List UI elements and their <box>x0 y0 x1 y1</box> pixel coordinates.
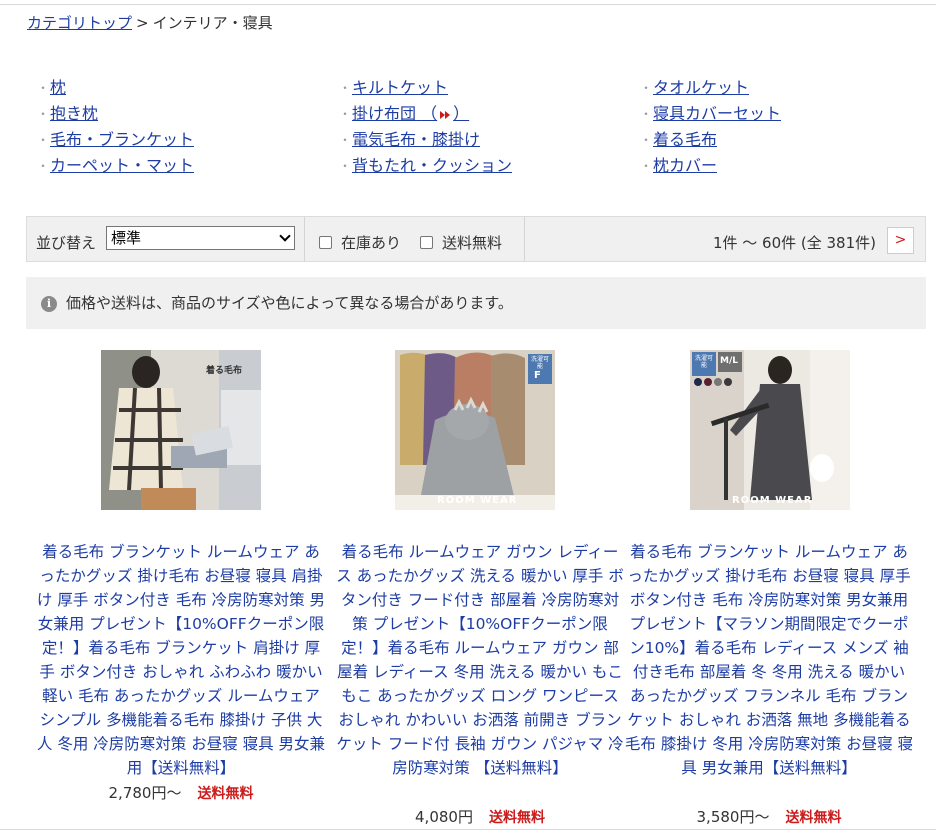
subcategory-item: ・枕 <box>37 77 67 99</box>
free-shipping-badge: 送料無料 <box>488 810 545 826</box>
result-count: 1件 〜 60件 (全 381件) <box>712 234 876 252</box>
product-title-link[interactable]: 着る毛布 ブランケット ルームウェア あったかグッズ 掛け毛布 お昼寝 寝具 厚… <box>624 540 914 780</box>
subcategory-link[interactable]: キルトケット <box>352 77 448 99</box>
product-image[interactable]: 洗濯可能 M/L ROOM WEAR <box>690 350 850 510</box>
chevron-down-icon <box>279 230 291 242</box>
subcategory-item: ・電気毛布・膝掛け <box>339 129 481 151</box>
subcategory-list: ・枕 ・抱き枕 ・毛布・ブランケット ・カーペット・マット ・キルトケット ・掛… <box>0 75 936 179</box>
product-price: 2,780円〜 <box>108 784 182 802</box>
subcategory-item: ・タオルケット <box>640 77 750 99</box>
product-title-link[interactable]: 着る毛布 ブランケット ルームウェア あったかグッズ 掛け毛布 お昼寝 寝具 肩… <box>36 540 326 780</box>
product-price: 3,580円〜 <box>696 808 770 826</box>
subcategory-column-1: ・枕 ・抱き枕 ・毛布・ブランケット ・カーペット・マット <box>37 75 194 179</box>
bottom-divider <box>0 829 936 830</box>
product-image-badge: 洗濯可能 <box>530 356 549 370</box>
sort-select[interactable]: 標準 <box>106 226 295 250</box>
product-image[interactable]: 着る毛布 <box>101 350 261 510</box>
product-image-caption: ROOM WEAR <box>732 495 813 506</box>
subcategory-link[interactable]: 枕 <box>50 77 66 99</box>
breadcrumb-current: インテリア・寝具 <box>152 14 273 32</box>
subcategory-link[interactable]: カーペット・マット <box>50 155 194 177</box>
notice-text: 価格や送料は、商品のサイズや色によって異なる場合があります。 <box>66 294 513 312</box>
product-price-row: 4,080円 送料無料 <box>335 806 625 827</box>
product-price: 4,080円 <box>415 808 473 826</box>
subcategory-item: ・キルトケット <box>339 77 449 99</box>
subcategory-item: ・寝具カバーセット <box>640 103 782 125</box>
subcategory-item: ・毛布・ブランケット <box>37 129 195 151</box>
subcategory-item: ・着る毛布 <box>640 129 718 151</box>
subcategory-link-expandable[interactable]: 掛け布団 （） <box>352 103 469 125</box>
subcategory-link[interactable]: 毛布・ブランケット <box>50 129 194 151</box>
subcategory-link[interactable]: 枕カバー <box>653 155 717 177</box>
info-icon: i <box>41 296 57 312</box>
breadcrumb-category-top-link[interactable]: カテゴリトップ <box>27 14 132 32</box>
next-page-button[interactable]: > <box>887 227 914 254</box>
free-shipping-badge: 送料無料 <box>197 786 254 802</box>
sort-selected-value: 標準 <box>111 229 142 247</box>
product-image-caption: ROOM WEAR <box>437 495 518 506</box>
free-shipping-badge: 送料無料 <box>785 810 842 826</box>
product-image-size-badge: M/L <box>720 356 738 366</box>
bar-divider <box>524 217 525 261</box>
sort-label: 並び替え <box>36 234 97 252</box>
subcategory-column-2: ・キルトケット ・掛け布団 （） ・電気毛布・膝掛け ・背もたれ・クッション <box>339 75 512 179</box>
product-image-badge: 洗濯可能 <box>694 355 713 369</box>
subcategory-item: ・カーペット・マット <box>37 155 195 177</box>
subcategory-item: ・枕カバー <box>640 155 718 177</box>
product-title-link[interactable]: 着る毛布 ルームウェア ガウン レディース あったかグッズ 洗える 暖かい 厚手… <box>335 540 625 780</box>
product-image-size-badge: F <box>534 370 541 381</box>
subcategory-link[interactable]: 電気毛布・膝掛け <box>352 129 480 151</box>
free-shipping-label: 送料無料 <box>442 234 503 252</box>
subcategory-item: ・抱き枕 <box>37 103 99 125</box>
product-image-caption: 着る毛布 <box>206 366 243 376</box>
subcategory-column-3: ・タオルケット ・寝具カバーセット ・着る毛布 ・枕カバー <box>640 75 781 179</box>
subcategory-link[interactable]: タオルケット <box>653 77 749 99</box>
product-image[interactable]: 洗濯可能 F ROOM WEAR <box>395 350 555 510</box>
top-divider <box>0 4 936 5</box>
subcategory-link[interactable]: 着る毛布 <box>653 129 717 151</box>
expand-arrows-icon <box>438 108 452 122</box>
bar-divider <box>304 217 305 261</box>
subcategory-link[interactable]: 抱き枕 <box>50 103 98 125</box>
breadcrumb: カテゴリトップ > インテリア・寝具 <box>27 12 273 33</box>
breadcrumb-separator: > <box>136 14 149 32</box>
product-price-row: 3,580円〜 送料無料 <box>624 806 914 827</box>
in-stock-label: 在庫あり <box>341 234 402 252</box>
subcategory-item: ・背もたれ・クッション <box>339 155 513 177</box>
subcategory-item: ・掛け布団 （） <box>339 103 470 125</box>
product-price-row: 2,780円〜 送料無料 <box>36 782 326 803</box>
free-shipping-checkbox[interactable] <box>420 236 433 249</box>
price-notice: i 価格や送料は、商品のサイズや色によって異なる場合があります。 <box>26 277 926 329</box>
subcategory-link[interactable]: 寝具カバーセット <box>653 103 781 125</box>
sort-filter-bar: 並び替え 標準 在庫あり 送料無料 1件 〜 60件 (全 381件) > <box>26 216 926 262</box>
in-stock-filter[interactable]: 在庫あり <box>319 232 401 253</box>
free-shipping-filter[interactable]: 送料無料 <box>420 232 502 253</box>
in-stock-checkbox[interactable] <box>319 236 332 249</box>
subcategory-link[interactable]: 背もたれ・クッション <box>352 155 512 177</box>
